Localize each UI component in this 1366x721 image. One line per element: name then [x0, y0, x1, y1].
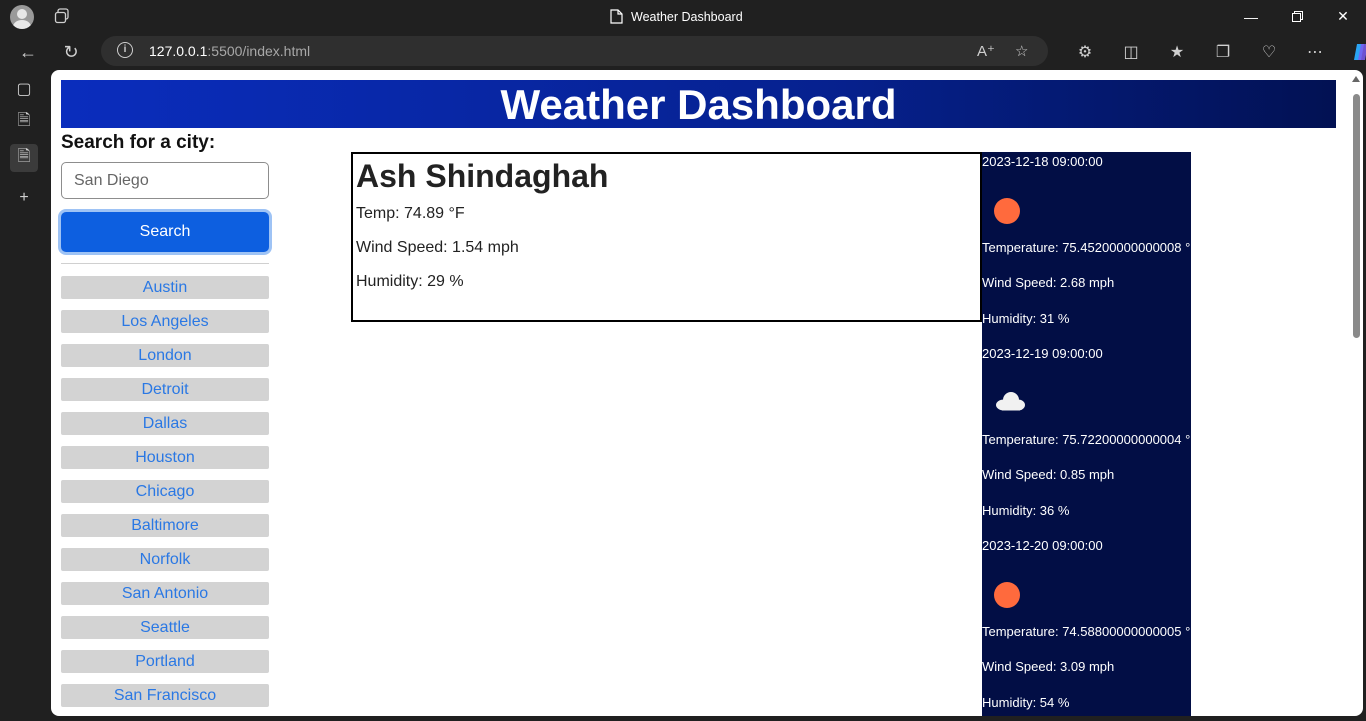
browser-titlebar: Weather Dashboard — ✕: [0, 0, 1366, 33]
current-city-name: Ash Shindaghah: [356, 158, 609, 194]
new-tab-icon[interactable]: +: [10, 184, 38, 212]
search-label: Search for a city:: [61, 132, 216, 153]
forecast-wind: Wind Speed: 3.09 mph: [982, 659, 1115, 674]
profile-avatar[interactable]: [10, 5, 34, 29]
city-button-san-francisco[interactable]: San Francisco: [61, 684, 269, 707]
extensions-icon[interactable]: ⚙: [1062, 37, 1108, 67]
split-screen-icon[interactable]: ◫: [1108, 37, 1154, 67]
scrollbar-thumb[interactable]: [1353, 94, 1360, 338]
address-bar[interactable]: i 127.0.0.1:5500/index.html A⁺ ☆: [101, 36, 1048, 66]
forecast-panel: 2023-12-18 09:00:00 Temperature: 75.4520…: [982, 152, 1191, 716]
page-title: Weather Dashboard: [61, 80, 1336, 128]
copilot-logo: [1354, 44, 1366, 60]
active-tab[interactable]: Weather Dashboard: [610, 0, 743, 33]
forecast-wind: Wind Speed: 0.85 mph: [982, 467, 1115, 482]
favorite-star-icon[interactable]: ☆: [1015, 42, 1028, 60]
collections-icon[interactable]: ❐: [1200, 37, 1246, 67]
forecast-temp: Temperature: 74.58800000000005 °F: [982, 624, 1191, 639]
forecast-temp: Temperature: 75.72200000000004 °F: [982, 432, 1191, 447]
divider: [61, 263, 269, 264]
forecast-humidity: Humidity: 54 %: [982, 695, 1070, 710]
cloud-icon: [994, 390, 1025, 416]
forecast-date: 2023-12-19 09:00:00: [982, 346, 1103, 361]
url-host: 127.0.0.1: [149, 43, 208, 59]
city-button-chicago[interactable]: Chicago: [61, 480, 269, 503]
info-icon[interactable]: i: [117, 42, 133, 58]
current-temp: Temp: 74.89 °F: [356, 205, 465, 222]
tab-title: Weather Dashboard: [631, 9, 743, 24]
city-button-baltimore[interactable]: Baltimore: [61, 514, 269, 537]
current-weather-card: Ash Shindaghah Temp: 74.89 °F Wind Speed…: [351, 152, 982, 322]
minimize-button[interactable]: —: [1228, 0, 1274, 33]
url-path: :5500/index.html: [207, 43, 311, 59]
reload-button[interactable]: ↻: [56, 37, 86, 67]
forecast-day: 2023-12-19 09:00:00 Temperature: 75.7220…: [982, 344, 1191, 536]
back-button[interactable]: ←: [13, 37, 43, 67]
workspaces-icon[interactable]: [54, 8, 70, 24]
forecast-wind: Wind Speed: 2.68 mph: [982, 275, 1115, 290]
forecast-day: 2023-12-20 09:00:00 Temperature: 74.5880…: [982, 536, 1191, 716]
city-button-dallas[interactable]: Dallas: [61, 412, 269, 435]
tab-actions-icon[interactable]: ▢: [10, 75, 38, 103]
city-button-portland[interactable]: Portland: [61, 650, 269, 673]
search-button[interactable]: Search: [61, 212, 269, 252]
sun-icon: [994, 582, 1020, 608]
forecast-humidity: Humidity: 31 %: [982, 311, 1070, 326]
scroll-up-arrow-icon[interactable]: [1352, 76, 1360, 82]
restore-icon: [1291, 11, 1303, 22]
more-options-icon[interactable]: ⋯: [1292, 37, 1338, 67]
restore-button[interactable]: [1274, 0, 1320, 33]
city-button-norfolk[interactable]: Norfolk: [61, 548, 269, 571]
city-button-seattle[interactable]: Seattle: [61, 616, 269, 639]
favorites-icon[interactable]: ★: [1154, 37, 1200, 67]
current-wind: Wind Speed: 1.54 mph: [356, 239, 519, 256]
forecast-day: 2023-12-18 09:00:00 Temperature: 75.4520…: [982, 152, 1191, 344]
forecast-temp: Temperature: 75.45200000000008 °F: [982, 240, 1191, 255]
vertical-tabs-bar: ▢ 🗎 🗎 +: [0, 70, 48, 721]
copilot-icon[interactable]: [1338, 37, 1366, 67]
forecast-date: 2023-12-18 09:00:00: [982, 154, 1103, 169]
browser-essentials-icon[interactable]: ♡: [1246, 37, 1292, 67]
city-button-houston[interactable]: Houston: [61, 446, 269, 469]
address-row: ← ↻ i 127.0.0.1:5500/index.html A⁺ ☆ ⚙ ◫…: [0, 33, 1366, 70]
close-button[interactable]: ✕: [1320, 0, 1366, 33]
page-viewport: Weather Dashboard Search for a city: Sea…: [51, 70, 1363, 716]
tab-page-icon[interactable]: 🗎: [10, 108, 38, 136]
forecast-date: 2023-12-20 09:00:00: [982, 538, 1103, 553]
city-history-list: Austin Los Angeles London Detroit Dallas…: [61, 276, 269, 716]
city-button-los-angeles[interactable]: Los Angeles: [61, 310, 269, 333]
city-button-san-antonio[interactable]: San Antonio: [61, 582, 269, 605]
city-button-austin[interactable]: Austin: [61, 276, 269, 299]
read-aloud-icon[interactable]: A⁺: [977, 42, 995, 60]
forecast-humidity: Humidity: 36 %: [982, 503, 1070, 518]
page-scrollbar[interactable]: [1352, 74, 1360, 714]
active-tab-page-icon[interactable]: 🗎: [10, 144, 38, 172]
current-humidity: Humidity: 29 %: [356, 273, 464, 290]
page-icon: [610, 9, 623, 24]
sun-icon: [994, 198, 1020, 224]
search-input[interactable]: [61, 162, 269, 199]
city-button-london[interactable]: London: [61, 344, 269, 367]
city-button-detroit[interactable]: Detroit: [61, 378, 269, 401]
